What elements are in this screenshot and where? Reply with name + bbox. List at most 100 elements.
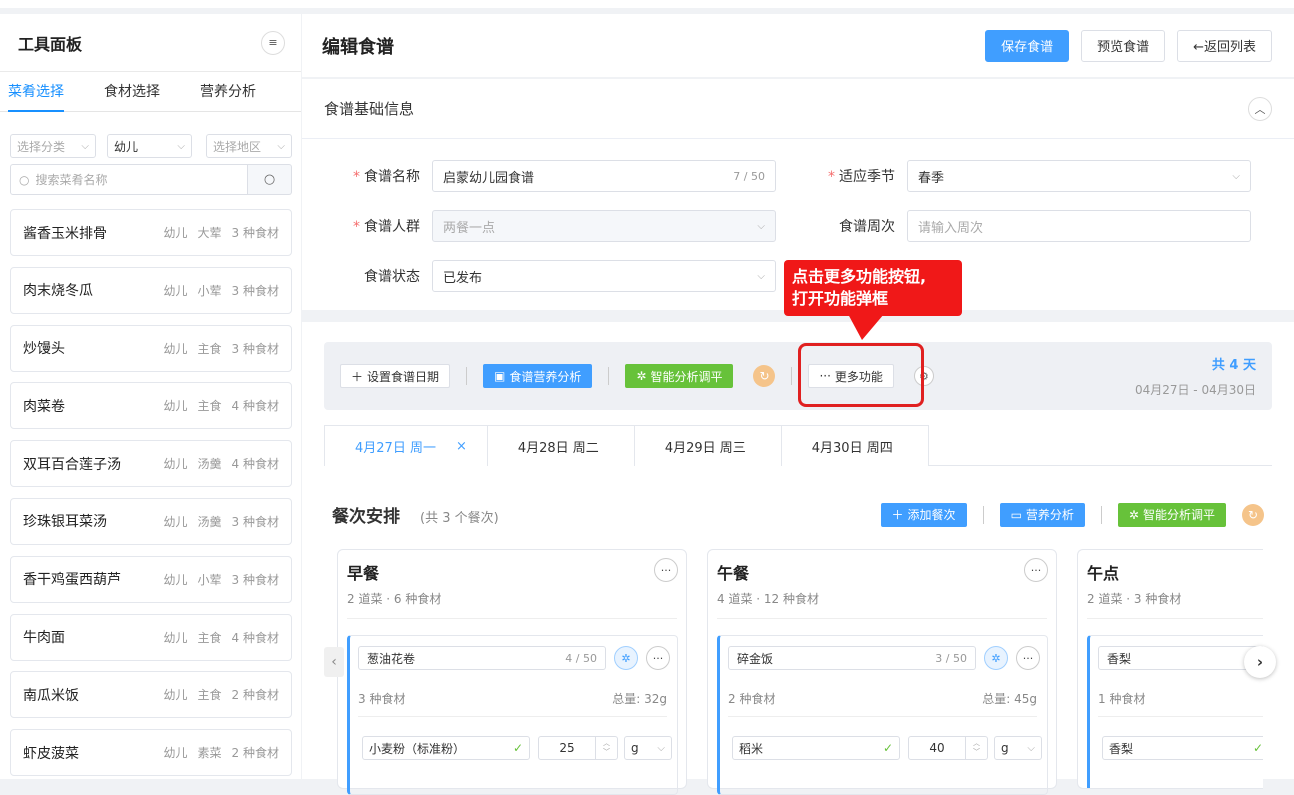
meal-nutrition-button[interactable]: ▭ 营养分析: [999, 502, 1085, 527]
days-count: 共 4 天: [1211, 358, 1256, 373]
set-date-label: 设置食谱日期: [367, 369, 440, 384]
dish-type: 主食: [197, 399, 222, 414]
meal-smart-balance-button[interactable]: ✲ 智能分析调平: [1117, 502, 1226, 527]
reset-icon[interactable]: ↻: [1242, 503, 1264, 526]
week-input[interactable]: 请输入周次: [907, 210, 1251, 242]
ingredient-select[interactable]: 小麦粉（标准粉） ✓: [362, 736, 530, 760]
dish-name-input[interactable]: 碎金饭 3 / 50: [728, 646, 976, 670]
dish-crowd: 幼儿: [163, 572, 188, 587]
tab-dish-select[interactable]: 菜肴选择: [8, 72, 64, 112]
date-tab[interactable]: 4月30日 周四: [780, 425, 929, 466]
dish-card[interactable]: 虾皮菠菜 幼儿 素菜 2 种食材: [10, 729, 292, 777]
dish-card[interactable]: 珍珠银耳菜汤 幼儿 汤羹 3 种食材: [10, 497, 292, 545]
region-select-placeholder: 选择地区: [213, 139, 262, 154]
date-tab-active[interactable]: 4月27日 周一 ×: [324, 425, 488, 466]
close-icon[interactable]: ×: [456, 439, 467, 454]
tab-ingredient-select[interactable]: 食材选择: [104, 72, 160, 112]
dish-search-input[interactable]: ○ 搜索菜肴名称: [10, 164, 248, 195]
meal-subtitle: 2 道菜 · 6 种食材: [347, 592, 442, 606]
char-counter: 3 / 50: [935, 651, 967, 665]
dish-card[interactable]: 香干鸡蛋西葫芦 幼儿 小荤 3 种食材: [10, 555, 292, 603]
meals-count: (共 3 个餐次): [420, 511, 499, 526]
meals-actions: ＋添加餐次 ▭ 营养分析 ✲ 智能分析调平 ↻: [880, 502, 1264, 527]
collapse-menu-icon[interactable]: ≡: [261, 30, 285, 55]
reset-icon[interactable]: ↻: [753, 365, 776, 387]
dish-card[interactable]: 南瓜米饭 幼儿 主食 2 种食材: [10, 671, 292, 719]
crowd-select[interactable]: 幼儿 ⌵: [106, 134, 193, 158]
unit-select[interactable]: g ⌵: [994, 736, 1042, 760]
chevron-down-icon: ⌵: [757, 220, 765, 232]
dish-name-input[interactable]: 葱油花卷 4 / 50: [358, 646, 606, 670]
date-range: 04月27日 - 04月30日: [1134, 383, 1256, 397]
filter-row: 选择分类 ⌵ 幼儿 ⌵ 选择地区 ⌵: [0, 112, 301, 158]
dish-ingredient-count: 3 种食材: [231, 341, 279, 356]
stepper-arrows-icon[interactable]: ︿ ﹀: [595, 737, 617, 759]
smart-balance-label: 智能分析调平: [650, 369, 723, 384]
status-select[interactable]: 已发布 ⌵: [432, 260, 776, 292]
more-icon[interactable]: ···: [1024, 558, 1048, 582]
dish-ingredient-count: 4 种食材: [231, 457, 279, 472]
back-to-list-button[interactable]: ←返回列表: [1177, 29, 1272, 62]
magic-wand-icon[interactable]: ✲: [984, 646, 1008, 670]
dish-name: 酱香玉米排骨: [23, 225, 107, 242]
dish-ingredient-count: 2 种食材: [231, 746, 279, 761]
dish-ingredient-count: 4 种食材: [231, 399, 279, 414]
ingredient-select[interactable]: 稻米 ✓: [732, 736, 900, 760]
meal-dish-card: 香梨 1 种食材 香梨 ✓: [1087, 635, 1263, 788]
amount-value: 40: [929, 741, 945, 755]
add-meal-button[interactable]: ＋添加餐次: [880, 502, 967, 527]
dish-card[interactable]: 肉末烧冬瓜 幼儿 小荤 3 种食材: [10, 266, 292, 314]
season-value: 春季: [918, 170, 945, 186]
dish-name: 炒馒头: [23, 341, 65, 358]
cart-icon: ▭: [1010, 507, 1022, 522]
scroll-left-icon[interactable]: ‹: [324, 647, 344, 677]
chevron-down-icon: ⌵: [657, 742, 665, 754]
dish-card[interactable]: 肉菜卷 幼儿 主食 4 种食材: [10, 382, 292, 430]
dish-crowd: 幼儿: [163, 630, 188, 645]
smart-balance-button[interactable]: ✲ 智能分析调平: [625, 364, 734, 388]
set-date-button[interactable]: ＋设置食谱日期: [340, 364, 451, 388]
dish-crowd: 幼儿: [163, 457, 188, 472]
dish-ingredient-count: 3 种食材: [231, 226, 279, 240]
dish-card[interactable]: 炒馒头 幼儿 主食 3 种食材: [10, 324, 292, 372]
dish-name-input[interactable]: 香梨: [1098, 646, 1263, 670]
ingredient-count: 2 种食材: [728, 692, 776, 706]
more-icon[interactable]: ···: [646, 646, 670, 670]
more-icon[interactable]: ···: [654, 558, 678, 582]
unit-value: g: [631, 741, 639, 755]
preview-recipe-button[interactable]: 预览食谱: [1081, 29, 1166, 62]
main-header: 编辑食谱 保存食谱 预览食谱 ←返回列表: [302, 14, 1294, 77]
amount-stepper[interactable]: 25 ︿ ﹀: [538, 736, 618, 760]
amount-stepper[interactable]: 40 ︿ ﹀: [908, 736, 988, 760]
ingredient-select[interactable]: 香梨 ✓: [1102, 736, 1263, 760]
magic-wand-icon[interactable]: ✲: [614, 646, 638, 670]
save-recipe-button[interactable]: 保存食谱: [985, 29, 1070, 62]
dish-card[interactable]: 酱香玉米排骨 幼儿 大荤 3 种食材: [10, 209, 292, 256]
dish-card[interactable]: 牛肉面 幼儿 主食 4 种食材: [10, 613, 292, 661]
date-tab[interactable]: 4月28日 周二: [486, 425, 635, 466]
season-select[interactable]: 春季 ⌵: [907, 160, 1251, 192]
dish-name: 双耳百合莲子汤: [23, 456, 121, 473]
dish-type: 主食: [197, 630, 222, 645]
dish-list: 酱香玉米排骨 幼儿 大荤 3 种食材 肉末烧冬瓜 幼儿 小荤 3 种食材 炒馒头 幼儿 主食 3 …: [0, 209, 301, 777]
char-counter: 7 / 50: [733, 169, 765, 183]
recipe-nutrition-button[interactable]: ▣ 食谱营养分析: [483, 364, 593, 388]
dish-name: 虾皮菠菜: [23, 745, 79, 762]
crowd-row: * 食谱人群 两餐一点 ⌵: [302, 210, 776, 242]
search-button[interactable]: ○: [248, 164, 292, 195]
recipe-name-value: 启蒙幼儿园食谱: [443, 170, 535, 186]
ingredient-count: 1 种食材: [1098, 692, 1146, 706]
scroll-right-icon[interactable]: ›: [1244, 646, 1276, 678]
dish-name-value: 碎金饭: [737, 651, 774, 666]
week-label: 食谱周次: [839, 219, 895, 235]
stepper-arrows-icon[interactable]: ︿ ﹀: [965, 737, 987, 759]
more-icon[interactable]: ···: [1016, 646, 1040, 670]
category-select[interactable]: 选择分类 ⌵: [10, 134, 96, 158]
chevron-up-icon[interactable]: ︿: [1248, 96, 1272, 121]
date-tab[interactable]: 4月29日 周三: [633, 425, 782, 466]
unit-select[interactable]: g ⌵: [624, 736, 672, 760]
recipe-name-input[interactable]: 启蒙幼儿园食谱 7 / 50: [432, 160, 776, 192]
region-select[interactable]: 选择地区 ⌵: [206, 134, 292, 158]
tab-nutrition-analysis[interactable]: 营养分析: [200, 72, 256, 112]
dish-card[interactable]: 双耳百合莲子汤 幼儿 汤羹 4 种食材: [10, 440, 292, 488]
